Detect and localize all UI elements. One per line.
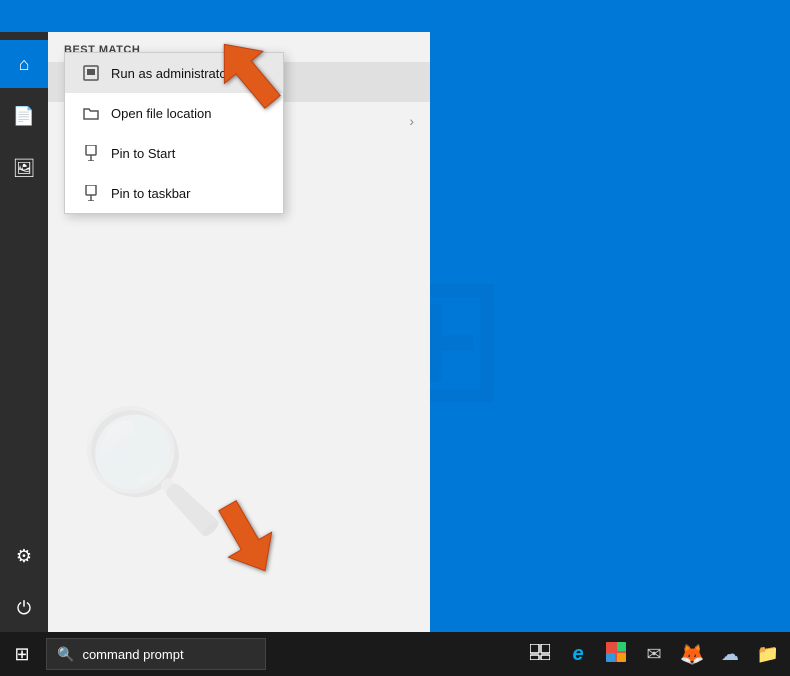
pin-taskbar-label: Pin to taskbar: [111, 186, 191, 201]
file-explorer-button[interactable]: 📁: [754, 640, 782, 668]
mail-button[interactable]: ✉: [640, 640, 668, 668]
sidebar-item-documents[interactable]: 📄: [0, 92, 48, 140]
explorer-icon: 📁: [757, 644, 779, 665]
windows-icon: ⊞: [14, 644, 29, 665]
pin-to-taskbar-item[interactable]: Pin to taskbar: [65, 173, 283, 213]
folder-icon: [81, 103, 101, 123]
settings-icon: ⚙: [16, 546, 32, 567]
sidebar-item-settings[interactable]: ⚙: [0, 532, 48, 580]
firefox-icon: 🦊: [680, 642, 705, 667]
web-results-arrow: ›: [409, 113, 414, 129]
power-icon: ⏻: [17, 598, 31, 619]
edge-button[interactable]: e: [564, 640, 592, 668]
search-panel-watermark: 🔍: [78, 402, 227, 542]
home-icon: ⌂: [19, 54, 30, 75]
documents-icon: 📄: [13, 106, 35, 127]
task-view-icon: [530, 644, 550, 665]
mail-icon: ✉: [646, 644, 661, 665]
pictures-icon: 🖼: [13, 158, 36, 179]
sidebar-item-home[interactable]: ⌂: [0, 40, 48, 88]
start-button[interactable]: ⊞: [0, 632, 44, 676]
taskbar-search-bar[interactable]: 🔍: [46, 638, 266, 670]
taskbar-icons: e ✉ 🦊 ☁: [526, 640, 790, 668]
taskbar: ⊞ 🔍 e: [0, 632, 790, 676]
firefox-button[interactable]: 🦊: [678, 640, 706, 668]
pin-start-label: Pin to Start: [111, 146, 175, 161]
context-menu: Run as administrator Open file location …: [64, 52, 284, 214]
onedrive-button[interactable]: ☁: [716, 640, 744, 668]
open-file-location-item[interactable]: Open file location: [65, 93, 283, 133]
taskbar-search-input[interactable]: [82, 647, 252, 662]
run-as-administrator-item[interactable]: Run as administrator: [65, 53, 283, 93]
store-icon: [606, 642, 626, 667]
search-icon: 🔍: [57, 646, 74, 663]
desktop: ⊞ ⌂ 📄 🖼 ⚙ ⏻ 🔍 Best match: [0, 0, 790, 676]
store-button[interactable]: [602, 640, 630, 668]
sidebar-item-power[interactable]: ⏻: [0, 584, 48, 632]
edge-icon: e: [572, 643, 583, 666]
open-location-label: Open file location: [111, 106, 211, 121]
cloud-icon: ☁: [721, 644, 739, 665]
pin-start-icon: [81, 143, 101, 163]
sidebar-item-pictures[interactable]: 🖼: [0, 144, 48, 192]
pin-taskbar-icon: [81, 183, 101, 203]
task-view-button[interactable]: [526, 640, 554, 668]
shield-icon: [81, 63, 101, 83]
run-admin-label: Run as administrator: [111, 66, 231, 81]
start-sidebar: ⌂ 📄 🖼 ⚙ ⏻: [0, 32, 48, 632]
pin-to-start-item[interactable]: Pin to Start: [65, 133, 283, 173]
